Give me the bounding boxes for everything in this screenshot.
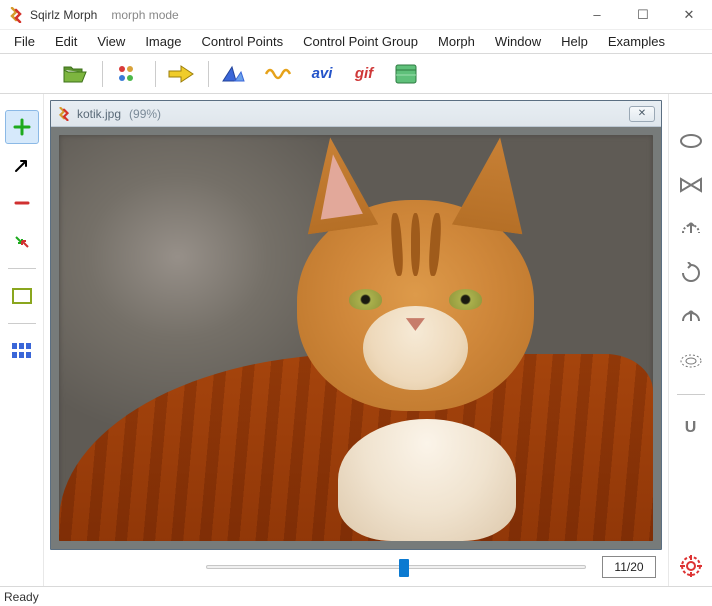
play-arrow-button[interactable] (160, 57, 202, 91)
region-rect-icon (12, 288, 32, 304)
maximize-button[interactable]: ☐ (620, 0, 666, 30)
frame-counter: 11/20 (602, 556, 656, 578)
color-dots-icon (116, 64, 140, 84)
image-subject-head (297, 200, 535, 411)
add-point-button[interactable] (5, 110, 39, 144)
image-viewport[interactable] (59, 135, 653, 541)
main-area: kotik.jpg (99%) ✕ (0, 94, 712, 586)
ellipse-icon (679, 133, 703, 149)
region-rect-button[interactable] (5, 279, 39, 313)
wave-button[interactable] (257, 57, 299, 91)
app-icon (8, 7, 24, 23)
statusbar: Ready (0, 586, 712, 606)
bowtie-tool-button[interactable] (674, 168, 708, 202)
frame-slider-thumb[interactable] (399, 559, 409, 577)
minus-icon (13, 194, 31, 212)
menu-file[interactable]: File (4, 32, 45, 51)
menu-window[interactable]: Window (485, 32, 551, 51)
status-text: Ready (4, 590, 39, 604)
child-window-zoom: (99%) (129, 107, 161, 121)
menu-control-point-group[interactable]: Control Point Group (293, 32, 428, 51)
canvas-area: kotik.jpg (99%) ✕ (44, 94, 668, 586)
target-icon (679, 554, 703, 578)
menubar: File Edit View Image Control Points Cont… (0, 30, 712, 54)
right-toolbar: U (668, 94, 712, 586)
ellipse-tool-button[interactable] (674, 124, 708, 158)
arc-up-alt-button[interactable] (674, 300, 708, 334)
left-toolbar (0, 94, 44, 586)
move-arrow-icon (13, 156, 31, 174)
plus-icon (13, 118, 31, 136)
rotate-button[interactable] (674, 256, 708, 290)
child-window-filename: kotik.jpg (77, 107, 121, 121)
open-folder-button[interactable] (54, 57, 96, 91)
rotate-icon (680, 262, 702, 284)
open-folder-icon (62, 64, 88, 84)
remove-point-button[interactable] (5, 186, 39, 220)
u-button[interactable]: U (674, 411, 708, 445)
top-toolbar: avi gif (0, 54, 712, 94)
wave-icon (265, 65, 291, 83)
menu-control-points[interactable]: Control Points (191, 32, 293, 51)
child-window-titlebar[interactable]: kotik.jpg (99%) ✕ (51, 101, 661, 127)
menu-morph[interactable]: Morph (428, 32, 485, 51)
child-window-close-button[interactable]: ✕ (629, 106, 655, 122)
menu-help[interactable]: Help (551, 32, 598, 51)
child-window-body (51, 127, 661, 549)
pair-points-button[interactable] (5, 224, 39, 258)
frame-slider[interactable] (206, 565, 586, 569)
image-subject-chest (338, 419, 516, 541)
titlebar: Sqirlz Morph morph mode – ☐ ✕ (0, 0, 712, 30)
arc-up-alt-icon (679, 307, 703, 327)
mode-label: morph mode (111, 8, 178, 22)
menu-image[interactable]: Image (135, 32, 191, 51)
minimize-button[interactable]: – (574, 0, 620, 30)
resample-button[interactable] (213, 57, 255, 91)
slide-button[interactable] (385, 57, 427, 91)
color-dots-button[interactable] (107, 57, 149, 91)
arc-up-icon (679, 219, 703, 239)
child-app-icon (57, 107, 71, 121)
image-child-window: kotik.jpg (99%) ✕ (50, 100, 662, 550)
avi-button[interactable]: avi (301, 57, 343, 91)
menu-edit[interactable]: Edit (45, 32, 87, 51)
grid-view-button[interactable] (5, 334, 39, 368)
oval-dots-button[interactable] (674, 344, 708, 378)
bowtie-icon (679, 177, 703, 193)
menu-examples[interactable]: Examples (598, 32, 675, 51)
grid-icon (12, 343, 32, 359)
arrow-right-icon (167, 64, 195, 84)
move-point-button[interactable] (5, 148, 39, 182)
oval-dots-icon (679, 353, 703, 369)
app-title: Sqirlz Morph (30, 8, 97, 22)
close-button[interactable]: ✕ (666, 0, 712, 30)
arc-up-button[interactable] (674, 212, 708, 246)
target-button[interactable] (673, 552, 709, 580)
gif-button[interactable]: gif (343, 57, 385, 91)
pair-arrows-icon (13, 232, 31, 250)
window-controls: – ☐ ✕ (574, 0, 712, 30)
frame-slider-row: 11/20 (50, 550, 662, 584)
menu-view[interactable]: View (87, 32, 135, 51)
slide-icon (395, 64, 417, 84)
triangles-icon (221, 64, 247, 84)
